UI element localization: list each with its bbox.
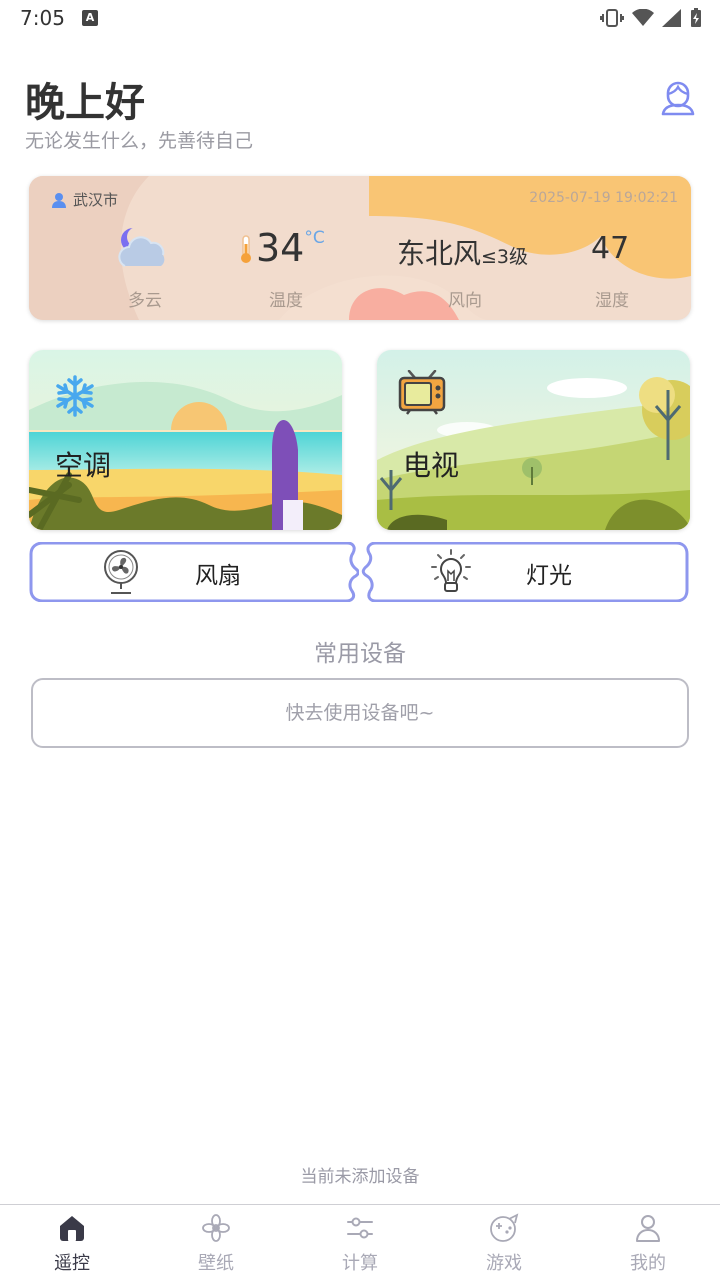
tab-calculate-label: 计算 <box>342 1253 378 1274</box>
battery-icon <box>691 8 701 27</box>
temperature-label: 温度 <box>269 291 303 311</box>
cloudy-night-icon <box>118 227 165 267</box>
flower-icon <box>202 1214 230 1242</box>
tab-wallpaper[interactable]: 壁纸 <box>176 1213 256 1275</box>
sliders-icon <box>347 1217 373 1239</box>
wind-level: ≤3级 <box>481 246 529 268</box>
notification-icon: A <box>82 10 98 26</box>
tv-icon <box>398 370 446 415</box>
tab-profile-label: 我的 <box>630 1253 666 1274</box>
fan-icon <box>104 550 138 594</box>
light-bulb-icon <box>431 549 471 592</box>
tv-card[interactable]: 电视 <box>377 350 690 530</box>
wind-label: 风向 <box>448 291 482 311</box>
wind-direction: 东北风 <box>397 237 482 270</box>
wind: 东北风 ≤3级 <box>397 232 528 272</box>
temperature: 34 °C <box>236 226 325 270</box>
humidity-value: 47 <box>591 231 630 266</box>
person-icon <box>52 192 66 208</box>
status-icons <box>600 6 702 30</box>
tab-games-label: 游戏 <box>486 1253 522 1274</box>
tv-label: 电视 <box>403 449 460 482</box>
profile-button[interactable] <box>658 76 698 116</box>
common-devices-title: 常用设备 <box>314 641 406 667</box>
gamepad-icon <box>490 1213 519 1242</box>
snowflake-icon <box>56 375 94 417</box>
status-bar: 7:05 A <box>0 0 720 36</box>
tab-wallpaper-label: 壁纸 <box>198 1253 234 1274</box>
tab-remote-label: 遥控 <box>54 1253 90 1274</box>
light-button[interactable]: 灯光 <box>360 542 690 602</box>
temperature-unit: °C <box>304 228 325 248</box>
air-conditioner-label: 空调 <box>55 449 112 482</box>
city-location: 武汉市 <box>51 189 118 210</box>
weather-card[interactable]: 武汉市 2025-07-19 19:02:21 多云 34 °C 温度 东北风 … <box>29 176 691 320</box>
wifi-icon <box>632 9 654 26</box>
city-name: 武汉市 <box>73 191 119 209</box>
fan-label: 风扇 <box>195 563 241 589</box>
home-icon <box>60 1216 84 1241</box>
tab-calculate[interactable]: 计算 <box>320 1213 400 1275</box>
empty-devices-prompt[interactable]: 快去使用设备吧~ <box>31 678 689 748</box>
weather-timestamp: 2025-07-19 19:02:21 <box>529 190 678 206</box>
fan-button[interactable]: 风扇 <box>29 542 359 602</box>
light-button-outline <box>361 542 689 602</box>
fan-button-outline <box>29 542 359 602</box>
condition-label: 多云 <box>128 291 162 311</box>
page-title: 晚上好 <box>25 80 145 126</box>
page-subtitle: 无论发生什么，先善待自己 <box>25 130 254 152</box>
humidity-label: 湿度 <box>595 291 629 311</box>
tab-remote[interactable]: 遥控 <box>32 1213 112 1275</box>
thermometer-icon <box>241 235 251 263</box>
light-label: 灯光 <box>526 563 572 589</box>
signal-icon <box>662 9 681 27</box>
tab-profile[interactable]: 我的 <box>608 1213 688 1275</box>
user-icon <box>661 81 695 116</box>
air-conditioner-card[interactable]: 空调 <box>29 350 342 530</box>
tab-games[interactable]: 游戏 <box>464 1213 544 1275</box>
bottom-tab-bar: 遥控 壁纸 计算 游戏 我的 <box>0 1204 720 1280</box>
temperature-value: 34 <box>256 226 305 270</box>
vibrate-icon <box>600 9 624 27</box>
user-icon <box>636 1215 660 1242</box>
empty-devices-note: 当前未添加设备 <box>300 1167 420 1187</box>
status-time: 7:05 <box>20 6 65 30</box>
